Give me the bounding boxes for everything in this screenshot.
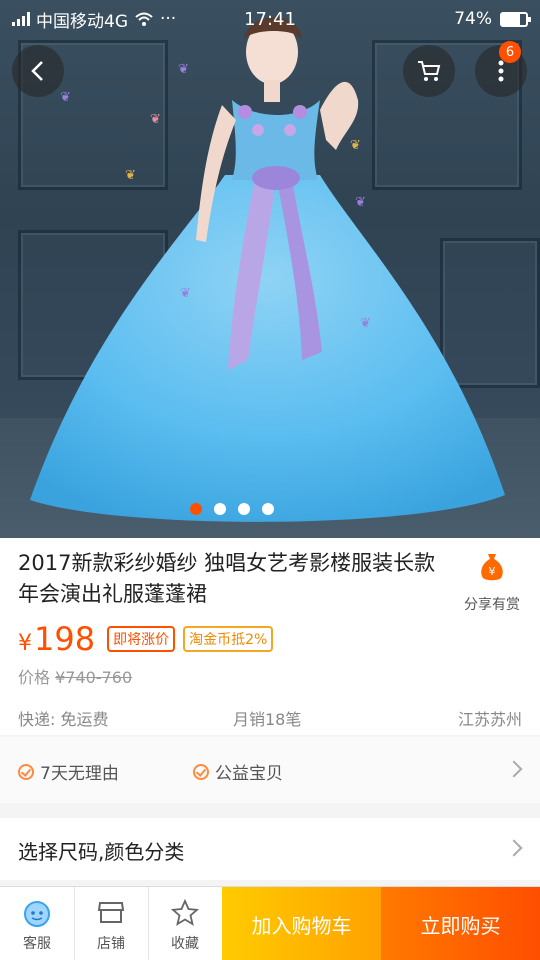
coin-discount-tag: 淘金币抵2% [183, 626, 274, 652]
store-icon [97, 902, 125, 923]
dress-illustration [30, 17, 505, 522]
price-row: ¥ 198 即将涨价 淘金币抵2% [18, 620, 274, 658]
butterfly-decoration: ❦ [180, 286, 191, 301]
chevron-right-icon [505, 760, 523, 778]
buy-now-button[interactable]: 立即购买 [381, 887, 540, 960]
customer-service-button[interactable]: 客服 [0, 887, 74, 960]
share-label: 分享有赏 [464, 597, 520, 613]
carousel-dot[interactable] [190, 503, 202, 515]
clock: 17:41 [244, 8, 296, 30]
butterfly-decoration: ❦ [178, 62, 189, 77]
carousel-indicator [0, 503, 540, 515]
cart-button[interactable] [403, 45, 455, 97]
back-button[interactable] [12, 45, 64, 97]
chevron-right-icon [505, 839, 523, 857]
butterfly-decoration: ❦ [60, 90, 71, 105]
butterfly-decoration: ❦ [350, 138, 361, 153]
butterfly-decoration: ❦ [355, 195, 366, 210]
service-label: 7天无理由 [40, 764, 119, 784]
butterfly-decoration: ❦ [360, 316, 371, 331]
service-item: 公益宝贝 [193, 759, 283, 784]
price: 198 [34, 620, 96, 658]
battery-icon [500, 11, 531, 27]
sku-selector[interactable]: 选择尺码,颜色分类 [0, 818, 540, 880]
butterfly-decoration: ❦ [125, 168, 136, 183]
status-bar: 中国移动4G ··· 17:41 74% [0, 0, 540, 38]
more-vertical-icon [498, 60, 504, 82]
product-detail-page: ❦ ❦ ❦ ❦ ❦ ❦ ❦ ❦ 中国移动4G ··· 17:41 74% 6 2… [0, 0, 540, 960]
share-button[interactable]: ¥ 分享有赏 [456, 552, 528, 614]
location: 江苏苏州 [457, 710, 522, 729]
original-price-value: ¥740-760 [55, 668, 133, 687]
chat-face-icon [24, 901, 50, 927]
chevron-left-icon [31, 61, 43, 81]
original-price: 价格 ¥740-760 [18, 664, 132, 688]
shipping-info: 快递: 免运费 [18, 710, 109, 729]
shop-label: 店铺 [97, 936, 125, 952]
favorite-label: 收藏 [171, 936, 199, 952]
check-circle-icon [193, 763, 209, 780]
sku-selector-label: 选择尺码,颜色分类 [18, 840, 185, 864]
monthly-sales: 月销18笔 [233, 710, 302, 729]
original-price-label: 价格 [18, 668, 51, 687]
currency-symbol: ¥ [18, 631, 32, 656]
shopping-cart-icon [418, 61, 441, 81]
svg-text:¥: ¥ [489, 565, 496, 578]
product-title: 2017新款彩纱婚纱 独唱女艺考影楼服装长款年会演出礼服蓬蓬裙 [18, 551, 436, 606]
carousel-dot[interactable] [238, 503, 250, 515]
check-circle-icon [18, 763, 34, 780]
favorite-button[interactable]: 收藏 [148, 887, 222, 960]
carousel-dot[interactable] [262, 503, 274, 515]
product-image[interactable]: ❦ ❦ ❦ ❦ ❦ ❦ ❦ ❦ [0, 0, 540, 538]
price-rising-tag: 即将涨价 [107, 626, 176, 652]
shop-button[interactable]: 店铺 [74, 887, 148, 960]
service-guarantees[interactable]: 7天无理由 公益宝贝 [0, 737, 540, 803]
service-label: 公益宝贝 [215, 764, 283, 784]
more-menu-button[interactable]: 6 [475, 41, 527, 97]
bottom-action-bar: 客服 店铺 收藏 加入购物车 立即购买 [0, 886, 540, 960]
carousel-dot[interactable] [214, 503, 226, 515]
add-to-cart-button[interactable]: 加入购物车 [222, 887, 381, 960]
notification-badge: 6 [499, 41, 521, 63]
butterfly-decoration: ❦ [150, 112, 161, 127]
product-info: 2017新款彩纱婚纱 独唱女艺考影楼服装长款年会演出礼服蓬蓬裙 ¥ 分享有赏 ¥… [0, 538, 540, 735]
service-item: 7天无理由 [18, 759, 119, 784]
customer-service-label: 客服 [23, 936, 51, 952]
star-icon [171, 899, 199, 926]
money-bag-icon: ¥ [481, 554, 503, 581]
